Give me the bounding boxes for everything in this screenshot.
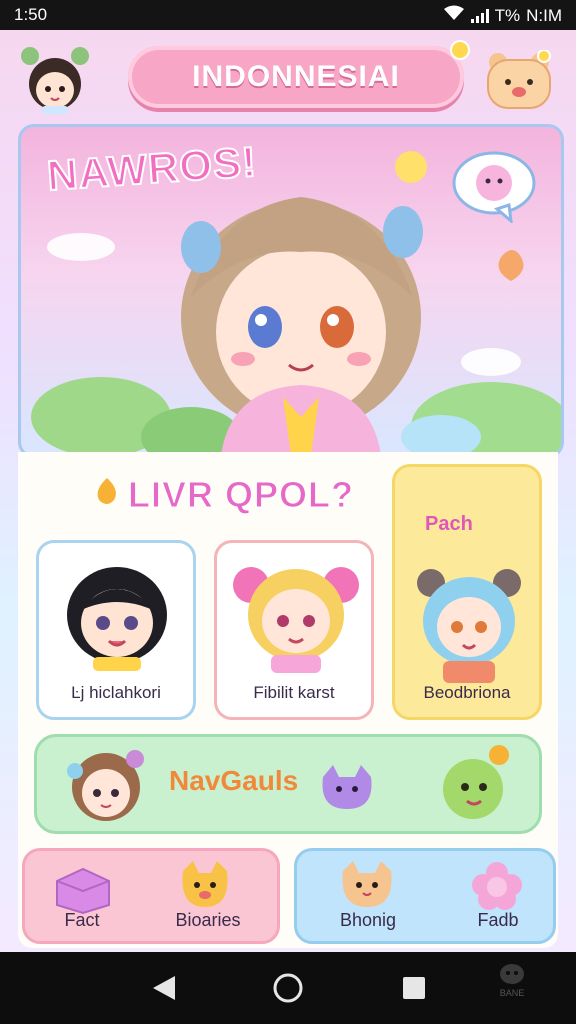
navigation-bar: BANE [0,952,576,1024]
status-bar: 1:50 T% N:IM [0,0,576,30]
back-icon[interactable] [142,966,186,1010]
box-icon [56,867,110,915]
character-avatar [233,567,359,673]
button-label-fadb: Fadb [477,910,519,930]
character-card-2[interactable]: Fibilit karst [214,540,374,720]
region-title: INDONNESIAI [192,60,400,93]
button-label-bhonig: Bhonig [339,910,397,930]
girl-avatar [67,750,144,821]
bottom-button-right[interactable]: Bhonig Fadb [294,848,556,944]
promo-banner[interactable]: NavGauls [34,734,542,834]
status-time: 1:50 [14,5,48,24]
signal-icon [470,8,489,23]
cat-face-icon [342,861,392,907]
leaf-friend-icon [443,745,509,819]
home-icon[interactable] [266,966,310,1010]
game-icon[interactable]: BANE [492,962,532,998]
card-label: Ŀj hiclahkori [71,683,161,702]
banner-label: NavGauls [169,765,299,796]
character-avatar [67,567,167,671]
flower-icon [472,862,522,910]
wifi-icon [443,5,465,26]
hero-banner[interactable]: NAWROS! [18,124,564,458]
flame-icon [92,476,122,506]
card-label: Beodbriona [423,683,511,702]
character-card-3[interactable]: Pach Beodbriona [392,464,542,720]
cat-icon [322,765,372,809]
speech-bubble-icon[interactable] [451,149,537,223]
button-label-bioaries: Bioaries [175,910,241,930]
dog-icon [182,861,228,907]
button-label-fact: Fact [64,910,100,930]
battery-text: T% [494,5,521,25]
notification-dot [450,40,470,60]
bear-icon[interactable] [484,49,554,110]
profile-avatar[interactable] [16,44,94,114]
game-label: BANE [499,988,525,998]
bottom-button-left[interactable]: Fact Bioaries [22,848,280,944]
card-tag: Pach [425,513,473,535]
character-card-1[interactable]: Ŀj hiclahkori [36,540,196,720]
character-avatar [417,569,521,683]
section-title: LIVR QPOL? [128,474,354,516]
network-text: N:IM [526,5,562,25]
card-label: Fibilit karst [253,683,335,702]
recents-icon[interactable] [392,966,436,1010]
region-title-button[interactable]: INDONNESIAI [128,46,464,108]
